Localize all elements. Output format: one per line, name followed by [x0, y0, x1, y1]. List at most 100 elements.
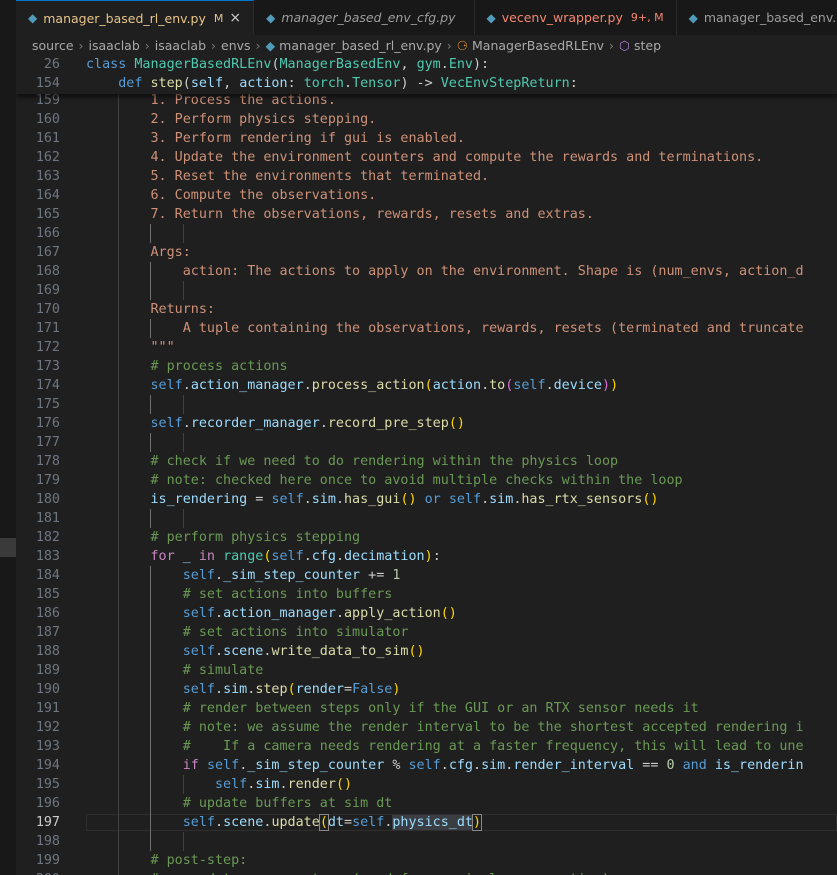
- code-line[interactable]: 183 for _ in range(self.cfg.decimation):: [16, 547, 441, 566]
- tab-label: manager_based_env_cfg.py: [281, 10, 456, 25]
- line-number: 193: [35, 739, 60, 754]
- code-token: self: [215, 777, 248, 792]
- code-line[interactable]: 165 7. Return the observations, rewards,…: [16, 205, 594, 224]
- code-line[interactable]: 184 self._sim_step_counter += 1: [16, 566, 401, 585]
- code-token: .: [215, 682, 224, 697]
- code-line[interactable]: 166: [16, 224, 60, 243]
- code-line[interactable]: 186 self.action_manager.apply_action(): [16, 604, 457, 623]
- code-line[interactable]: 176 self.recorder_manager.record_pre_ste…: [16, 414, 465, 433]
- tab-3[interactable]: ◆ manager_based_env.p: [677, 0, 837, 35]
- code-token: Tensor: [352, 76, 401, 91]
- code-token: # If a camera needs rendering at a faste…: [182, 739, 804, 754]
- code-line[interactable]: 169: [16, 281, 60, 300]
- code-token: :: [432, 549, 441, 564]
- code-token: (): [642, 492, 659, 507]
- code-text: self.action_manager.apply_action(): [86, 604, 457, 623]
- code-line[interactable]: 167 Args:: [16, 243, 191, 262]
- code-line[interactable]: 178 # check if we need to do rendering w…: [16, 452, 618, 471]
- breadcrumb-item[interactable]: isaaclab: [155, 38, 206, 53]
- code-token: =: [344, 682, 353, 697]
- code-line[interactable]: 164 6. Compute the observations.: [16, 186, 376, 205]
- code-token: .: [335, 492, 344, 507]
- code-line[interactable]: 180 is_rendering = self.sim.has_gui() or…: [16, 490, 659, 509]
- code-token: process_action: [311, 378, 425, 393]
- code-line[interactable]: 182 # perform physics stepping: [16, 528, 360, 547]
- line-number: 165: [35, 207, 60, 222]
- code-line[interactable]: 171 A tuple containing the observations,…: [16, 319, 804, 338]
- indent-guide: [182, 281, 184, 300]
- code-line[interactable]: 168 action: The actions to apply on the …: [16, 262, 804, 281]
- code-line[interactable]: 177: [16, 433, 60, 452]
- code-token: # render between steps only if the GUI o…: [182, 701, 699, 716]
- code-line[interactable]: 190 self.sim.step(render=False): [16, 680, 401, 699]
- code-text: class ManagerBasedRLEnv(ManagerBasedEnv,…: [86, 55, 489, 74]
- code-line[interactable]: 194 if self. _sim_step_counter % self.cfg…: [16, 756, 804, 775]
- code-token: (): [408, 644, 425, 659]
- close-icon[interactable]: ×: [229, 10, 241, 26]
- code-line[interactable]: 173 # process actions: [16, 357, 288, 376]
- code-token: self: [448, 492, 482, 507]
- code-token: :: [569, 76, 578, 91]
- code-token: if: [182, 758, 199, 773]
- tab-2[interactable]: ◆ vecenv_wrapper.py 9+, M: [475, 0, 677, 35]
- code-token: decimation: [344, 549, 425, 564]
- code-line[interactable]: 162 4. Update the environment counters a…: [16, 148, 763, 167]
- tab-1[interactable]: ◆ manager_based_env_cfg.py: [254, 0, 475, 35]
- code-text: def step(self, action: torch.Tensor) -> …: [86, 74, 578, 93]
- code-token: self: [150, 378, 183, 393]
- line-number: 161: [35, 131, 60, 146]
- code-line[interactable]: 188 self.scene.write_data_to_sim(): [16, 642, 425, 661]
- sticky-scroll-header[interactable]: 26 class ManagerBasedRLEnv(ManagerBasedEn…: [16, 55, 837, 94]
- code-line[interactable]: 179 # note: checked here once to avoid m…: [16, 471, 683, 490]
- code-token: (): [448, 416, 465, 431]
- code-line[interactable]: 187 # set actions into simulator: [16, 623, 409, 642]
- line-number: 190: [35, 682, 60, 697]
- code-token: .: [319, 416, 328, 431]
- code-token: action_manager: [190, 378, 304, 393]
- code-line[interactable]: 175: [16, 395, 60, 414]
- tab-0[interactable]: ◆ manager_based_rl_env.py M ×: [16, 0, 255, 35]
- code-token: apply_action: [344, 606, 441, 621]
- code-token: 2. Perform physics stepping.: [150, 112, 377, 127]
- code-text: # note: checked here once to avoid multi…: [86, 471, 683, 490]
- line-number: 197: [35, 815, 60, 830]
- code-line[interactable]: 160 2. Perform physics stepping.: [16, 110, 376, 129]
- breadcrumb-item[interactable]: envs: [221, 38, 251, 53]
- code-token: .: [182, 378, 191, 393]
- code-line[interactable]: 181: [16, 509, 60, 528]
- code-text: 3. Perform rendering if gui is enabled.: [86, 129, 465, 148]
- code-text: # If a camera needs rendering at a faste…: [86, 737, 804, 756]
- code-editor[interactable]: 26 class ManagerBasedRLEnv(ManagerBasedEn…: [16, 55, 837, 875]
- code-line[interactable]: 174 self.action_manager.process_action(a…: [16, 376, 618, 395]
- code-line[interactable]: 198: [16, 832, 60, 851]
- code-line[interactable]: 192 # note: we assume the render interva…: [16, 718, 804, 737]
- code-line[interactable]: 161 3. Perform rendering if gui is enabl…: [16, 129, 465, 148]
- line-number: 174: [35, 378, 60, 393]
- code-line[interactable]: 154 def step(self, action: torch.Tensor)…: [16, 74, 578, 93]
- code-line[interactable]: 163 5. Reset the environments that termi…: [16, 167, 489, 186]
- code-line[interactable]: 193 # If a camera needs rendering at a f…: [16, 737, 804, 756]
- code-line[interactable]: 185 # set actions into buffers: [16, 585, 393, 604]
- breadcrumb-item[interactable]: manager_based_rl_env.py: [279, 38, 442, 53]
- code-token: # set actions into buffers: [182, 587, 393, 602]
- breadcrumb-item[interactable]: step: [634, 38, 661, 53]
- code-line[interactable]: 189 # simulate: [16, 661, 264, 680]
- code-line[interactable]: 200 # -> update env counters (used for c…: [16, 870, 610, 875]
- code-line[interactable]: 196 # update buffers at sim dt: [16, 794, 393, 813]
- breadcrumb-item[interactable]: ManagerBasedRLEnv: [472, 38, 604, 53]
- code-line[interactable]: 199 # post-step:: [16, 851, 247, 870]
- line-number: 181: [35, 511, 60, 526]
- code-line[interactable]: 195 self.sim.render(): [16, 775, 352, 794]
- code-line[interactable]: 26 class ManagerBasedRLEnv(ManagerBasedEn…: [16, 55, 489, 74]
- code-line[interactable]: 170 Returns:: [16, 300, 215, 319]
- breadcrumb-item[interactable]: source: [32, 38, 74, 53]
- code-text: self.scene.write_data_to_sim(): [86, 642, 425, 661]
- code-line[interactable]: 191 # render between steps only if the G…: [16, 699, 699, 718]
- activity-gutter: [0, 0, 16, 875]
- code-line[interactable]: 197 self.scene.update(dt=self.physics_dt…: [16, 813, 483, 832]
- breadcrumb-item[interactable]: isaaclab: [89, 38, 140, 53]
- line-number: 175: [35, 397, 60, 412]
- code-token: Env: [448, 57, 473, 72]
- code-line[interactable]: 172 """: [16, 338, 175, 357]
